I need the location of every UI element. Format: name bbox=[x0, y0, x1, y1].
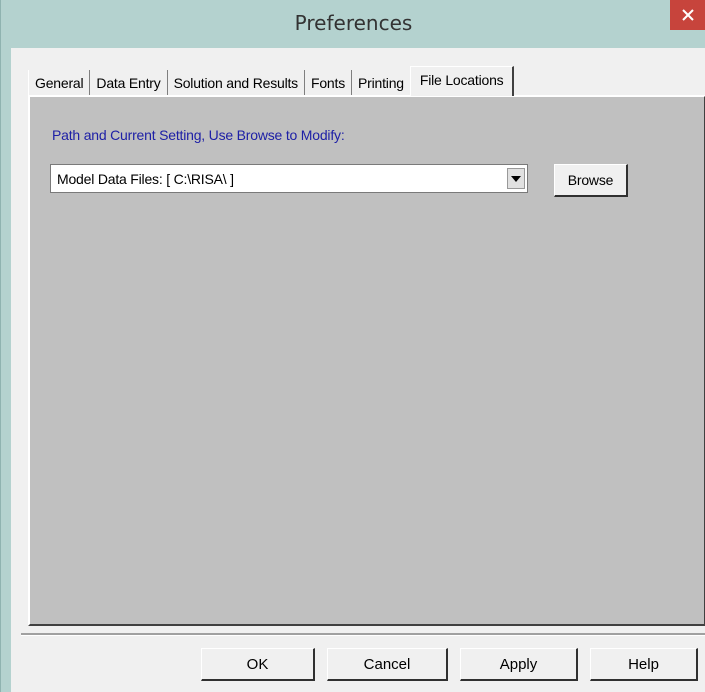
close-button[interactable] bbox=[670, 0, 705, 30]
tab-file-locations[interactable]: File Locations bbox=[409, 66, 515, 96]
browse-button[interactable]: Browse bbox=[554, 164, 628, 197]
file-locations-panel: Path and Current Setting, Use Browse to … bbox=[28, 95, 705, 626]
tab-general[interactable]: General bbox=[28, 70, 91, 96]
path-select[interactable]: Model Data Files: [ C:\RISA\ ] bbox=[50, 164, 528, 193]
tab-fonts[interactable]: Fonts bbox=[305, 70, 352, 96]
chevron-down-icon bbox=[511, 175, 521, 182]
cancel-button[interactable]: Cancel bbox=[327, 648, 448, 681]
title-bar: Preferences bbox=[1, 0, 705, 48]
dropdown-button[interactable] bbox=[507, 168, 525, 189]
apply-button[interactable]: Apply bbox=[460, 648, 578, 681]
help-button[interactable]: Help bbox=[590, 648, 698, 681]
tab-data-entry[interactable]: Data Entry bbox=[90, 70, 168, 96]
tab-printing[interactable]: Printing bbox=[352, 70, 410, 96]
preferences-window: Preferences General Data Entry Solution … bbox=[0, 0, 705, 692]
path-select-value: Model Data Files: [ C:\RISA\ ] bbox=[57, 171, 234, 187]
ok-button[interactable]: OK bbox=[201, 648, 315, 681]
divider bbox=[21, 633, 705, 636]
tab-solution-and-results[interactable]: Solution and Results bbox=[168, 70, 305, 96]
dialog-body: General Data Entry Solution and Results … bbox=[11, 48, 705, 692]
tab-strip: General Data Entry Solution and Results … bbox=[28, 66, 515, 96]
path-instruction-label: Path and Current Setting, Use Browse to … bbox=[52, 127, 345, 143]
window-title: Preferences bbox=[294, 11, 413, 35]
close-icon bbox=[682, 9, 694, 21]
